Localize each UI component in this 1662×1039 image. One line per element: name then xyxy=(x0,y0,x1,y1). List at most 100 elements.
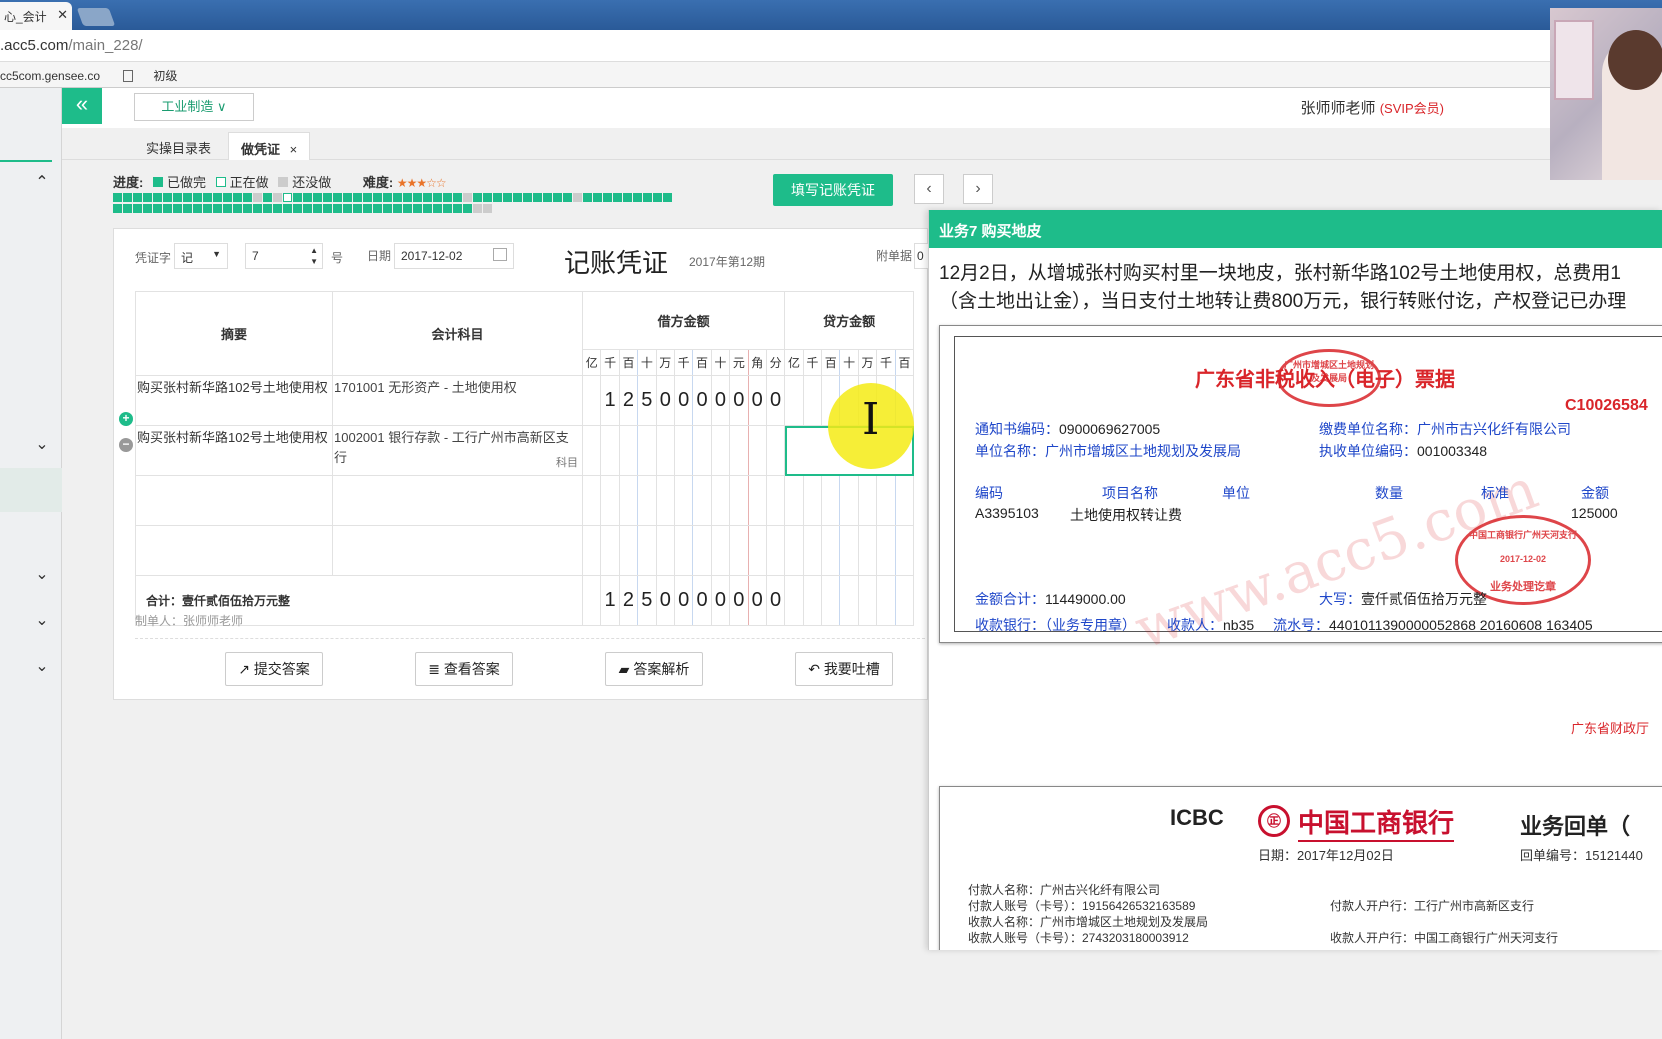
progress-block[interactable] xyxy=(183,193,192,202)
next-button[interactable]: › xyxy=(963,174,993,204)
debit-digit-cell[interactable] xyxy=(747,475,767,526)
debit-digit-cell[interactable]: 0 xyxy=(692,575,712,626)
progress-block[interactable] xyxy=(193,204,202,213)
progress-block[interactable] xyxy=(133,193,142,202)
credit-digit-cell[interactable] xyxy=(857,575,878,626)
debit-digit-cell[interactable] xyxy=(655,525,675,576)
progress-block[interactable] xyxy=(583,193,592,202)
progress-block[interactable] xyxy=(153,193,162,202)
progress-block[interactable] xyxy=(363,204,372,213)
progress-block[interactable] xyxy=(323,204,332,213)
credit-digit-cell[interactable] xyxy=(802,375,823,426)
debit-digit-cell[interactable] xyxy=(637,475,657,526)
progress-block[interactable] xyxy=(203,204,212,213)
spinner-icon[interactable]: ▲ ▼ xyxy=(310,245,318,267)
summary-cell[interactable] xyxy=(135,525,333,576)
debit-digit-cell[interactable] xyxy=(710,475,731,526)
credit-digit-cell[interactable] xyxy=(839,475,859,526)
account-cell[interactable]: 1701001 无形资产 - 土地使用权 xyxy=(332,375,583,426)
chevron-down-icon[interactable]: ⌄ xyxy=(34,656,50,675)
progress-block[interactable] xyxy=(433,204,442,213)
progress-block[interactable] xyxy=(273,193,282,202)
collapse-sidebar-button[interactable]: « xyxy=(62,88,102,124)
progress-block[interactable] xyxy=(343,204,352,213)
debit-digit-cell[interactable]: 0 xyxy=(655,575,675,626)
credit-digit-cell[interactable] xyxy=(894,525,915,576)
progress-block[interactable] xyxy=(373,204,382,213)
progress-block[interactable] xyxy=(653,193,662,202)
progress-block[interactable] xyxy=(253,193,262,202)
progress-block[interactable] xyxy=(473,193,482,202)
debit-digit-cell[interactable] xyxy=(581,375,602,426)
chevron-down-icon[interactable]: ⌄ xyxy=(34,434,50,453)
debit-digit-cell[interactable] xyxy=(729,475,749,526)
debit-digit-cell[interactable] xyxy=(747,525,767,576)
chevron-up-icon[interactable]: ⌃ xyxy=(34,172,50,191)
progress-block[interactable] xyxy=(383,193,392,202)
summary-cell[interactable] xyxy=(135,475,333,526)
debit-digit-cell[interactable] xyxy=(581,425,602,476)
progress-block[interactable] xyxy=(333,204,342,213)
bookmark-item[interactable]: cc5com.gensee.co xyxy=(0,69,100,83)
debit-digit-cell[interactable] xyxy=(618,425,639,476)
debit-digit-cell[interactable] xyxy=(581,575,602,626)
progress-block[interactable] xyxy=(483,204,492,213)
progress-block[interactable] xyxy=(453,204,462,213)
progress-block[interactable] xyxy=(213,204,222,213)
credit-digit-cell[interactable] xyxy=(894,575,915,626)
progress-block[interactable] xyxy=(553,193,562,202)
debit-digit-cell[interactable] xyxy=(729,425,749,476)
close-tab-icon[interactable]: ✕ xyxy=(57,7,68,23)
debit-digit-cell[interactable]: 0 xyxy=(765,575,786,626)
progress-block[interactable] xyxy=(323,193,332,202)
debit-digit-cell[interactable]: 1 xyxy=(600,575,620,626)
debit-digit-cell[interactable] xyxy=(655,425,675,476)
view-answer-button[interactable]: ≣ 查看答案 xyxy=(415,652,513,686)
table-row[interactable]: 购买张村新华路102号土地使用权 1002001 银行存款 - 工行广州市高新区… xyxy=(135,425,915,476)
progress-block[interactable] xyxy=(243,193,252,202)
progress-block[interactable] xyxy=(183,204,192,213)
progress-block[interactable] xyxy=(153,204,162,213)
debit-digit-cell[interactable] xyxy=(765,475,786,526)
debit-digit-cell[interactable] xyxy=(747,425,767,476)
debit-digit-cell[interactable]: 0 xyxy=(729,375,749,426)
credit-digit-cell[interactable] xyxy=(821,525,841,576)
progress-block[interactable] xyxy=(343,193,352,202)
debit-digit-cell[interactable] xyxy=(710,525,731,576)
debit-digit-cell[interactable] xyxy=(729,525,749,576)
progress-block[interactable] xyxy=(123,193,132,202)
progress-block[interactable] xyxy=(223,204,232,213)
progress-block[interactable] xyxy=(493,193,502,202)
chevron-down-icon[interactable]: ⌄ xyxy=(34,610,50,629)
debit-digit-cell[interactable]: 0 xyxy=(673,575,694,626)
progress-block[interactable] xyxy=(623,193,632,202)
progress-block[interactable] xyxy=(283,204,292,213)
credit-digit-cell[interactable] xyxy=(876,475,896,526)
progress-block[interactable] xyxy=(173,193,182,202)
debit-digit-cell[interactable]: 5 xyxy=(637,375,657,426)
debit-digit-cell[interactable] xyxy=(618,525,639,576)
progress-block[interactable] xyxy=(253,204,262,213)
progress-block[interactable] xyxy=(233,193,242,202)
progress-block[interactable] xyxy=(403,193,412,202)
debit-digit-cell[interactable] xyxy=(637,425,657,476)
sidebar-item-highlight[interactable] xyxy=(0,468,62,512)
debit-digit-cell[interactable] xyxy=(673,525,694,576)
tab-practice-list[interactable]: 实操目录表 xyxy=(134,132,223,160)
debit-digit-cell[interactable]: 0 xyxy=(729,575,749,626)
progress-block[interactable] xyxy=(313,204,322,213)
prev-button[interactable]: ‹ xyxy=(914,174,944,204)
progress-block[interactable] xyxy=(543,193,552,202)
progress-block[interactable] xyxy=(413,193,422,202)
account-cell[interactable] xyxy=(332,475,583,526)
credit-digit-cell[interactable] xyxy=(821,575,841,626)
credit-digit-cell[interactable] xyxy=(894,475,915,526)
credit-digit-cell[interactable] xyxy=(857,525,878,576)
progress-block[interactable] xyxy=(333,193,342,202)
bookmark-item[interactable]: 初级 xyxy=(123,69,197,83)
progress-block[interactable] xyxy=(413,204,422,213)
debit-digit-cell[interactable]: 2 xyxy=(618,575,639,626)
tab-make-voucher[interactable]: 做凭证 × xyxy=(228,132,311,160)
progress-block[interactable] xyxy=(633,193,642,202)
progress-block[interactable] xyxy=(433,193,442,202)
